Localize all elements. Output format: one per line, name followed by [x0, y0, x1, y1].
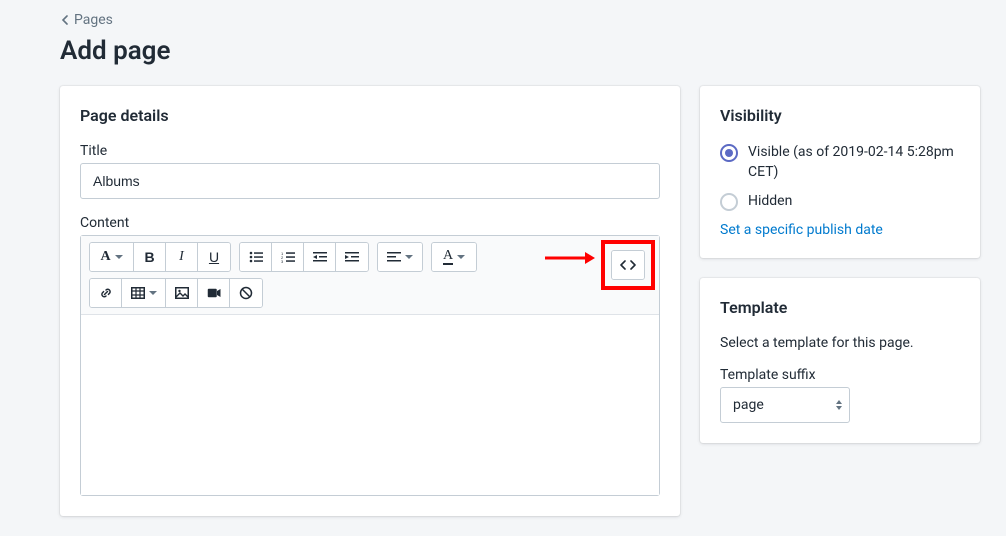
title-label: Title — [80, 143, 660, 159]
code-icon — [620, 259, 636, 271]
select-caret-icon — [836, 400, 842, 410]
format-dropdown[interactable]: A — [90, 243, 134, 271]
content-editor: A B I U 123 — [80, 235, 660, 496]
breadcrumb-label: Pages — [74, 12, 113, 28]
bold-button[interactable]: B — [134, 243, 166, 271]
outdent-button[interactable] — [304, 243, 336, 271]
link-icon — [99, 286, 113, 300]
page-details-heading: Page details — [80, 106, 660, 125]
bullet-list-icon — [249, 251, 263, 263]
template-heading: Template — [720, 298, 960, 317]
visibility-hidden-option[interactable]: Hidden — [720, 192, 960, 212]
hidden-label: Hidden — [748, 192, 960, 212]
content-label: Content — [80, 215, 660, 231]
show-html-button[interactable] — [612, 251, 644, 279]
underline-button[interactable]: U — [198, 243, 230, 271]
indent-button[interactable] — [336, 243, 368, 271]
svg-text:3: 3 — [281, 259, 284, 263]
template-suffix-select[interactable]: page — [720, 387, 850, 423]
visibility-heading: Visibility — [720, 106, 960, 125]
table-icon — [131, 287, 145, 299]
visible-label: Visible (as of 2019-02-14 5:28pm CET) — [748, 143, 960, 182]
video-icon — [207, 287, 221, 299]
numbered-list-button[interactable]: 123 — [272, 243, 304, 271]
set-publish-date-link[interactable]: Set a specific publish date — [720, 222, 883, 238]
video-button[interactable] — [198, 279, 230, 307]
image-icon — [175, 287, 189, 299]
page-details-card: Page details Title Content — [60, 86, 680, 516]
table-dropdown[interactable] — [122, 279, 166, 307]
chevron-down-icon — [115, 255, 123, 259]
template-help: Select a template for this page. — [720, 335, 960, 351]
align-left-icon — [387, 251, 401, 263]
template-card: Template Select a template for this page… — [700, 278, 980, 443]
radio-visible — [720, 144, 738, 162]
italic-button[interactable]: I — [166, 243, 198, 271]
title-input[interactable] — [80, 163, 660, 199]
outdent-icon — [313, 251, 327, 263]
image-button[interactable] — [166, 279, 198, 307]
align-dropdown[interactable] — [378, 243, 422, 271]
template-suffix-label: Template suffix — [720, 367, 960, 383]
bullet-list-button[interactable] — [240, 243, 272, 271]
visibility-card: Visibility Visible (as of 2019-02-14 5:2… — [700, 86, 980, 258]
html-button-highlight — [601, 240, 655, 290]
content-textarea[interactable] — [81, 315, 659, 495]
indent-icon — [345, 251, 359, 263]
text-color-dropdown[interactable]: A — [432, 243, 476, 271]
chevron-down-icon — [149, 291, 157, 295]
chevron-left-icon — [60, 15, 70, 25]
link-button[interactable] — [90, 279, 122, 307]
breadcrumb-back[interactable]: Pages — [60, 8, 113, 32]
chevron-down-icon — [457, 255, 465, 259]
numbered-list-icon: 123 — [281, 251, 295, 263]
chevron-down-icon — [405, 255, 413, 259]
page-title: Add page — [60, 36, 946, 66]
visibility-visible-option[interactable]: Visible (as of 2019-02-14 5:28pm CET) — [720, 143, 960, 182]
clear-format-button[interactable] — [230, 279, 262, 307]
radio-hidden — [720, 193, 738, 211]
clear-icon — [239, 286, 253, 300]
editor-toolbar: A B I U 123 — [81, 236, 659, 315]
